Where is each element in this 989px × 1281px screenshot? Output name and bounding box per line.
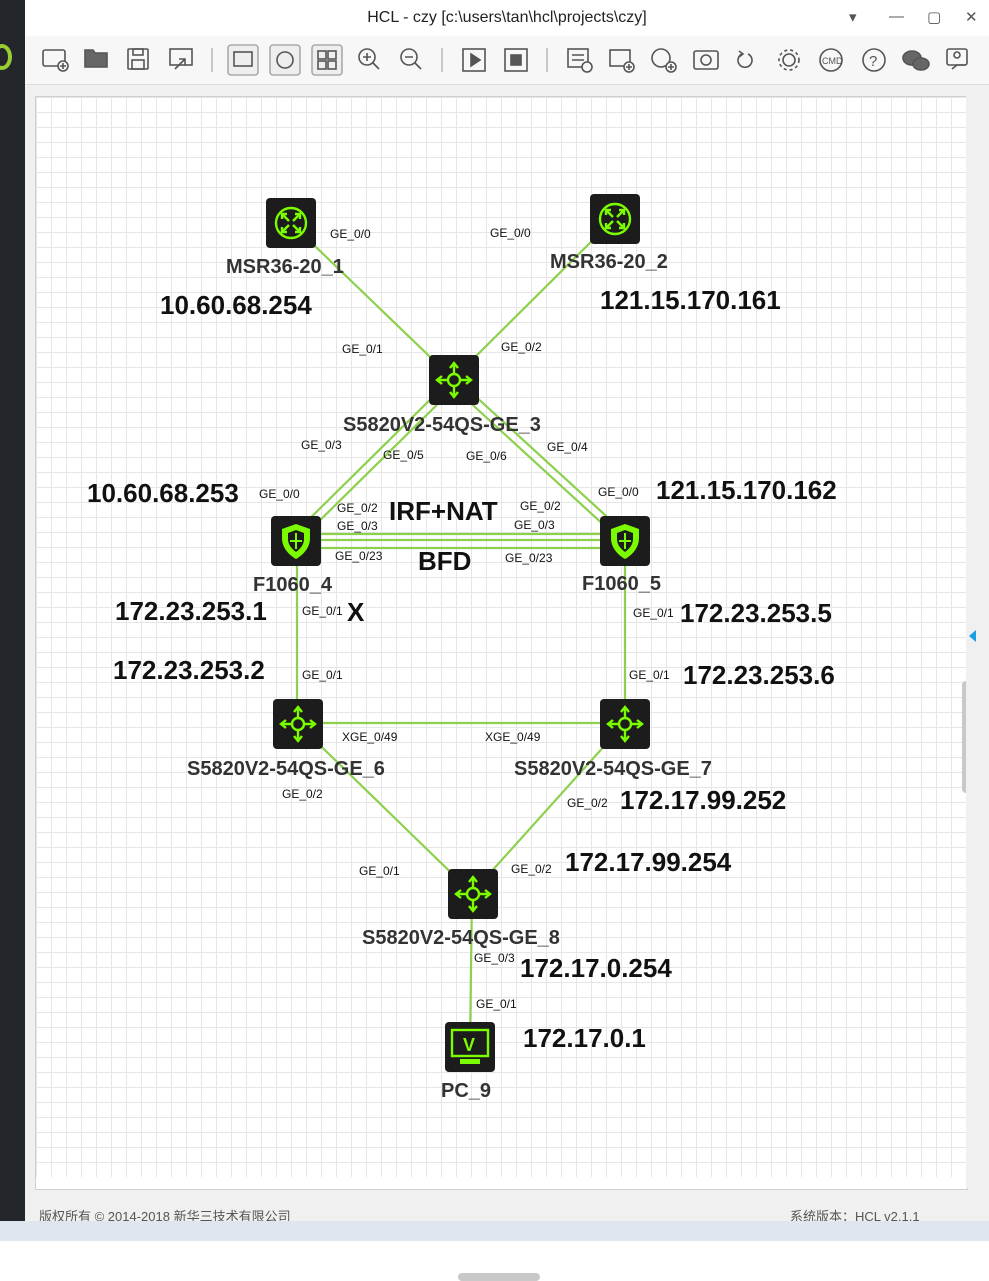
port-label: GE_0/1 bbox=[629, 668, 670, 682]
port-label: GE_0/6 bbox=[466, 449, 507, 463]
port-label: GE_0/2 bbox=[337, 501, 378, 515]
device-sw3[interactable] bbox=[429, 355, 479, 405]
port-label: GE_0/3 bbox=[337, 519, 378, 533]
port-label: GE_0/2 bbox=[501, 340, 542, 354]
device-pc9[interactable]: V bbox=[445, 1022, 495, 1072]
taskbar bbox=[0, 1221, 989, 1241]
bfd-note: BFD bbox=[418, 546, 471, 576]
port-label: GE_0/2 bbox=[511, 862, 552, 876]
port-label: GE_0/3 bbox=[514, 518, 555, 532]
port-label: GE_0/4 bbox=[547, 440, 588, 454]
device-name-sw3: S5820V2-54QS-GE_3 bbox=[343, 414, 541, 436]
link-down-mark: X bbox=[347, 597, 365, 627]
horizontal-scrollbar-thumb[interactable] bbox=[458, 1273, 540, 1281]
port-label: GE_0/0 bbox=[330, 227, 371, 241]
device-msr1[interactable] bbox=[266, 198, 316, 248]
port-label: GE_0/2 bbox=[282, 787, 323, 801]
ip-label: 172.17.99.252 bbox=[620, 785, 786, 815]
ip-label: 172.17.0.254 bbox=[520, 953, 672, 983]
ip-label: 172.23.253.1 bbox=[115, 596, 267, 626]
device-msr2[interactable] bbox=[590, 194, 640, 244]
port-label: GE_0/23 bbox=[505, 551, 553, 565]
device-name-msr1: MSR36-20_1 bbox=[226, 256, 344, 278]
port-label: XGE_0/49 bbox=[485, 730, 541, 744]
port-label: GE_0/2 bbox=[567, 796, 608, 810]
device-sw7[interactable] bbox=[600, 699, 650, 749]
ip-label: 172.23.253.6 bbox=[683, 660, 835, 690]
port-label: GE_0/0 bbox=[259, 487, 300, 501]
device-name-pc9: PC_9 bbox=[441, 1080, 491, 1102]
links bbox=[289, 218, 629, 1047]
port-label: GE_0/0 bbox=[598, 485, 639, 499]
device-name-sw7: S5820V2-54QS-GE_7 bbox=[514, 758, 712, 780]
port-label: XGE_0/49 bbox=[342, 730, 398, 744]
ip-label: 172.17.0.1 bbox=[523, 1023, 646, 1053]
port-label: GE_0/2 bbox=[520, 499, 561, 513]
device-name-fw4: F1060_4 bbox=[253, 574, 333, 596]
ip-label: 172.23.253.5 bbox=[680, 598, 832, 628]
device-fw4[interactable] bbox=[271, 516, 321, 566]
port-label: GE_0/1 bbox=[359, 864, 400, 878]
device-fw5[interactable] bbox=[600, 516, 650, 566]
ip-label: 10.60.68.254 bbox=[160, 290, 312, 320]
port-label: GE_0/5 bbox=[383, 448, 424, 462]
ip-label: 121.15.170.162 bbox=[656, 475, 837, 505]
port-label: GE_0/23 bbox=[335, 549, 383, 563]
link-msr2-sw3[interactable] bbox=[453, 218, 615, 379]
port-label: GE_0/1 bbox=[342, 342, 383, 356]
device-name-sw6: S5820V2-54QS-GE_6 bbox=[187, 758, 385, 780]
device-name-sw8: S5820V2-54QS-GE_8 bbox=[362, 927, 560, 949]
svg-text:V: V bbox=[463, 1035, 475, 1055]
port-label: GE_0/1 bbox=[302, 604, 343, 618]
ip-label: 121.15.170.161 bbox=[600, 285, 781, 315]
device-sw8[interactable] bbox=[448, 869, 498, 919]
irf-nat-note: IRF+NAT bbox=[389, 496, 498, 526]
port-label: GE_0/1 bbox=[476, 997, 517, 1011]
topology-diagram: V MSR36-20_1 MSR36-20_2 S5820V2-54QS-GE_… bbox=[87, 194, 837, 1102]
ip-label: 172.23.253.2 bbox=[113, 655, 265, 685]
device-sw6[interactable] bbox=[273, 699, 323, 749]
ip-label: 10.60.68.253 bbox=[87, 478, 239, 508]
device-name-msr2: MSR36-20_2 bbox=[550, 251, 668, 273]
port-label: GE_0/1 bbox=[302, 668, 343, 682]
port-label: GE_0/3 bbox=[474, 951, 515, 965]
port-label: GE_0/3 bbox=[301, 438, 342, 452]
ip-label: 172.17.99.254 bbox=[565, 847, 732, 877]
port-label: GE_0/0 bbox=[490, 226, 531, 240]
device-name-fw5: F1060_5 bbox=[582, 573, 661, 595]
port-label: GE_0/1 bbox=[633, 606, 674, 620]
